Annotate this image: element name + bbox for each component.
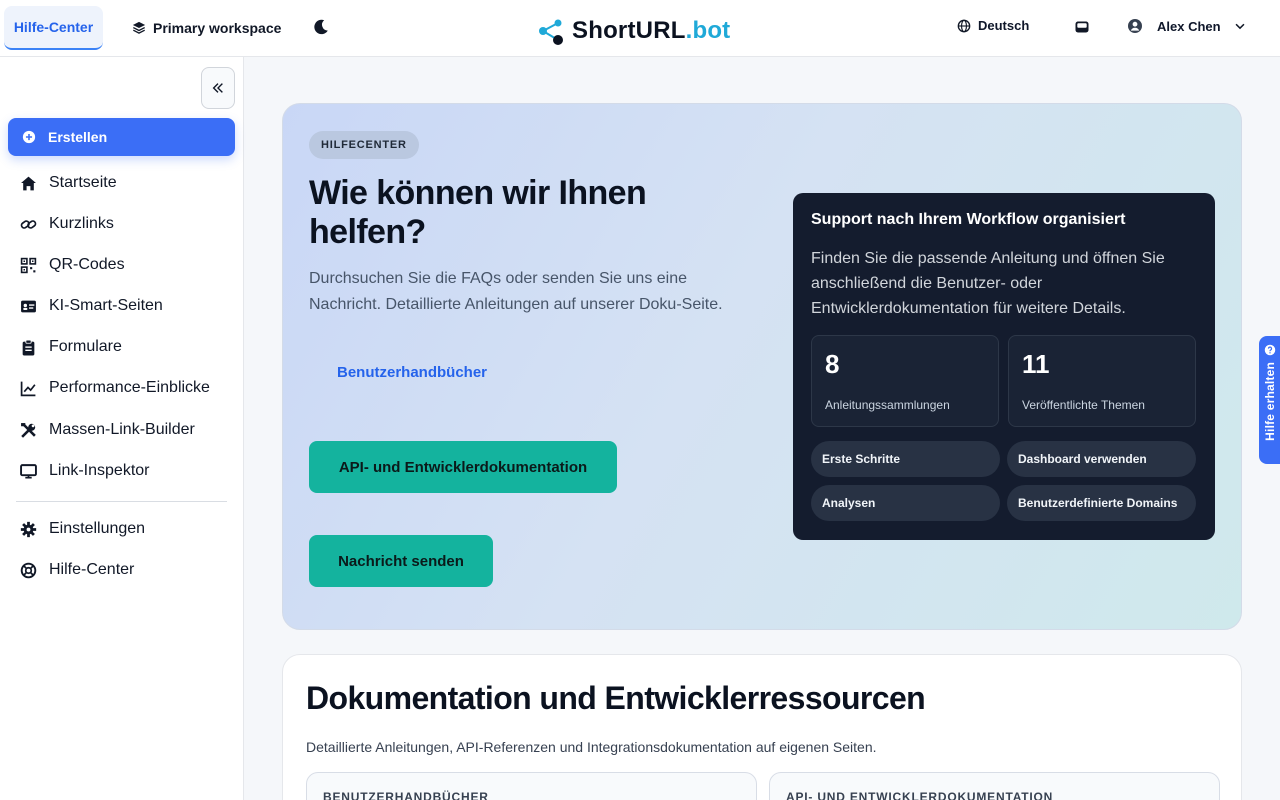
- layers-icon: [132, 21, 146, 34]
- home-icon: [21, 176, 36, 190]
- link-icon: [20, 219, 37, 229]
- support-card-description: Finden Sie die passende Anleitung und öf…: [811, 250, 1165, 317]
- share-nodes-icon: [539, 19, 563, 45]
- docs-section: Dokumentation und Entwicklerressourcen D…: [282, 654, 1242, 800]
- stat-value: 8: [825, 349, 840, 379]
- monitor-icon: [20, 463, 37, 479]
- sidebar-item-qr-codes[interactable]: QR-Codes: [20, 254, 125, 276]
- docs-card-api[interactable]: API- UND ENTWICKLERDOKUMENTATION: [769, 772, 1220, 800]
- inbox-icon[interactable]: [1074, 19, 1090, 35]
- sidebar-item-performance-einblicke[interactable]: Performance-Einblicke: [20, 377, 210, 399]
- stat-guide-collections: 8 Anleitungssammlungen: [811, 335, 999, 427]
- qr-code-icon: [20, 257, 37, 273]
- sidebar-item-label: Link-Inspektor: [49, 462, 150, 479]
- sidebar-item-label: KI-Smart-Seiten: [49, 297, 163, 314]
- hero-description: Durchsuchen Sie die FAQs oder senden Sie…: [309, 270, 723, 313]
- top-bar: Hilfe-Center Primary workspace ShortURL.…: [0, 0, 1280, 57]
- sidebar-item-label: Massen-Link-Builder: [49, 421, 195, 438]
- stat-label: Veröffentlichte Themen: [1022, 398, 1145, 412]
- user-name: Alex Chen: [1157, 18, 1221, 34]
- logo[interactable]: ShortURL.bot: [536, 16, 730, 46]
- language-switcher[interactable]: Deutsch: [957, 18, 1029, 33]
- id-card-icon: [21, 300, 36, 312]
- stat-published-topics: 11 Veröffentlichte Themen: [1008, 335, 1196, 427]
- plus-circle-icon: [22, 130, 36, 144]
- sidebar-item-label: Startseite: [49, 174, 117, 191]
- double-chevron-left-icon: [212, 83, 223, 93]
- workspace-switcher[interactable]: Primary workspace: [132, 18, 281, 38]
- sidebar-item-massen-link-builder[interactable]: Massen-Link-Builder: [20, 419, 195, 441]
- user-avatar-icon: [1128, 19, 1142, 33]
- stat-label: Anleitungssammlungen: [825, 398, 950, 412]
- sidebar-item-startseite[interactable]: Startseite: [20, 172, 117, 194]
- sidebar-item-kurzlinks[interactable]: Kurzlinks: [20, 213, 114, 235]
- logo-text: ShortURL.bot: [572, 17, 731, 44]
- help-hero: HILFECENTER Wie können wir Ihnen helfen?…: [282, 103, 1242, 630]
- collapse-sidebar-button[interactable]: [201, 67, 235, 109]
- support-card: Support nach Ihrem Workflow organisiert …: [793, 193, 1215, 540]
- docs-description: Detaillierte Anleitungen, API-Referenzen…: [306, 739, 877, 755]
- tools-icon: [21, 422, 36, 438]
- docs-card-user-guides[interactable]: BENUTZERHANDBÜCHER: [306, 772, 757, 800]
- sidebar-item-label: Formulare: [49, 338, 122, 355]
- topic-chip[interactable]: Dashboard verwenden: [1007, 441, 1196, 477]
- api-docs-button[interactable]: API- und Entwicklerdokumentation: [309, 441, 617, 493]
- clipboard-icon: [22, 339, 35, 355]
- topic-chip[interactable]: Benutzerdefinierte Domains: [1007, 485, 1196, 521]
- sidebar-item-label: Hilfe-Center: [49, 561, 135, 578]
- topic-chip[interactable]: Analysen: [811, 485, 1000, 521]
- chevron-down-icon: [1235, 23, 1245, 30]
- support-card-title: Support nach Ihrem Workflow organisiert: [811, 211, 1126, 228]
- get-help-label: Hilfe erhalten: [1262, 362, 1277, 441]
- lifebuoy-icon: [20, 562, 37, 578]
- user-menu[interactable]: Alex Chen: [1127, 18, 1247, 34]
- sidebar-item-einstellungen[interactable]: Einstellungen: [20, 518, 145, 540]
- help-circle-icon: [1264, 344, 1275, 356]
- send-message-button[interactable]: Nachricht senden: [309, 535, 493, 587]
- globe-icon: [957, 19, 971, 32]
- sidebar: Erstellen Startseite Kurzlinks QR-Codes …: [0, 57, 244, 800]
- create-button[interactable]: Erstellen: [8, 118, 235, 156]
- chart-line-icon: [20, 381, 36, 396]
- create-label: Erstellen: [48, 129, 108, 145]
- workspace-label: Primary workspace: [153, 20, 282, 36]
- sidebar-item-hilfe-center[interactable]: Hilfe-Center: [20, 559, 134, 581]
- sidebar-divider: [16, 501, 227, 502]
- sidebar-item-label: Kurzlinks: [49, 215, 114, 232]
- gear-icon: [20, 521, 37, 537]
- sidebar-item-formulare[interactable]: Formulare: [20, 336, 122, 358]
- topic-chip[interactable]: Erste Schritte: [811, 441, 1000, 477]
- hero-badge: HILFECENTER: [309, 131, 419, 159]
- tab-hilfe-center[interactable]: Hilfe-Center: [4, 6, 103, 50]
- user-guides-link[interactable]: Benutzerhandbücher: [337, 364, 487, 381]
- sidebar-item-link-inspektor[interactable]: Link-Inspektor: [20, 460, 150, 482]
- stat-value: 11: [1022, 349, 1050, 379]
- docs-title: Dokumentation und Entwicklerressourcen: [306, 680, 926, 716]
- moon-icon[interactable]: [312, 18, 330, 36]
- sidebar-item-label: Einstellungen: [49, 520, 146, 537]
- language-label: Deutsch: [978, 18, 1030, 33]
- sidebar-item-label: QR-Codes: [49, 256, 125, 273]
- sidebar-item-label: Performance-Einblicke: [49, 379, 210, 396]
- hero-title: Wie können wir Ihnen helfen?: [309, 174, 647, 251]
- sidebar-item-ki-smart-seiten[interactable]: KI-Smart-Seiten: [20, 295, 163, 317]
- get-help-tab[interactable]: Hilfe erhalten: [1259, 336, 1280, 464]
